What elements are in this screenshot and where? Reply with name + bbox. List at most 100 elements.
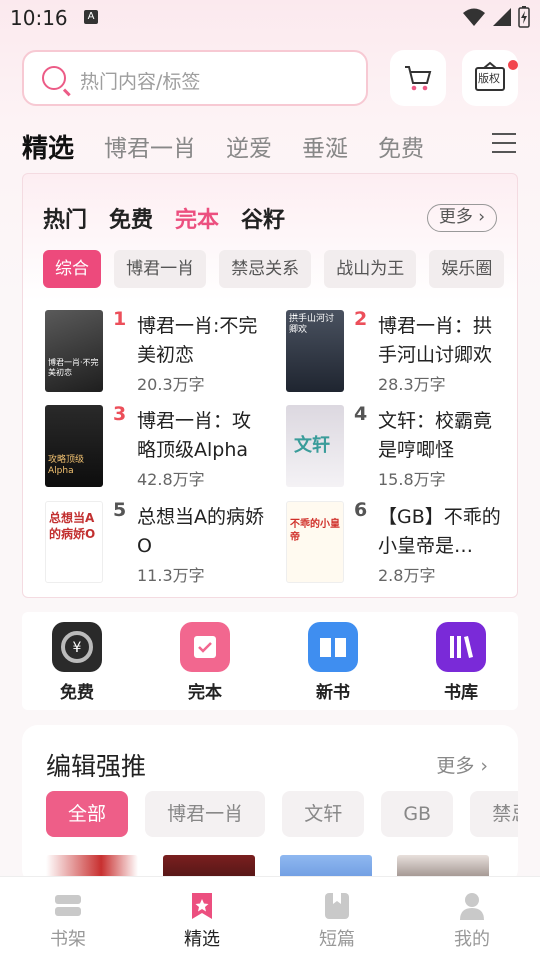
ranking-more-button[interactable]: 更多 › [427,204,497,232]
cart-button[interactable] [390,50,446,106]
book-cover-text: 总想当A的病娇O [49,511,96,541]
book-rank: 6 [354,499,368,521]
nav-short[interactable]: 短篇 [297,891,377,951]
ranking-tab-finished[interactable]: 完本 [175,202,219,234]
book-rank: 5 [113,499,127,521]
tab-bojun[interactable]: 博君一肖 [104,129,196,163]
book-cover-text: 博君一肖·不完美初恋 [48,358,99,377]
chip-bojun[interactable]: 博君一肖 [114,250,207,288]
signal-icon [493,8,511,26]
chip-zhanshan[interactable]: 战山为王 [324,250,417,288]
book-item[interactable]: 拱手山河讨卿欢 2 博君一肖：拱手河山讨卿欢 28.3万字 [286,308,516,396]
nav-label: 短篇 [319,929,355,950]
tab-free[interactable]: 免费 [378,129,424,163]
book-cover: 总想当A的病娇O [45,501,103,583]
book-word-count: 15.8万字 [378,470,446,489]
wifi-icon [463,8,485,26]
quick-label: 免费 [60,683,94,703]
book-title: 【GB】不乖的小皇帝是… [378,506,501,557]
editor-chip-forbidden[interactable]: 禁忌 [470,791,518,837]
bottom-nav: 书架 精选 短篇 我的 [0,876,540,960]
book-cover-text: 拱手山河讨卿欢 [289,314,335,335]
search-icon [42,66,66,90]
book-rank: 1 [113,308,127,330]
library-icon [436,622,486,672]
search-placeholder: 热门内容/标签 [80,71,201,93]
nav-label: 精选 [184,929,220,950]
book-item[interactable]: 不乖的小皇帝 6 【GB】不乖的小皇帝是… 2.8万字 [286,499,516,587]
user-icon [457,891,487,921]
editor-chip-wenxuan[interactable]: 文轩 [282,791,365,837]
star-icon [187,891,217,921]
status-time: 10:16 [10,6,68,30]
quick-finished[interactable]: 完本 [175,622,235,703]
book-title: 博君一肖:不完美初恋 [137,315,258,366]
editor-picks-card: 编辑强推 更多 › 全部 博君一肖 文轩 GB 禁忌 [22,725,518,885]
book-title: 总想当A的病娇O [137,506,264,557]
quick-free[interactable]: ¥ 免费 [47,622,107,703]
book-cover: 拱手山河讨卿欢 [286,310,344,392]
notification-dot [508,60,518,70]
ranking-tab-guzi[interactable]: 谷籽 [241,202,285,234]
editor-picks-title: 编辑强推 [46,752,147,781]
book-rank: 4 [354,403,368,425]
copyright-button[interactable]: 版权 [462,50,518,106]
ranking-more-label: 更多 [438,207,473,227]
chevron-right-icon: › [472,207,486,227]
chip-all[interactable]: 综合 [43,250,101,288]
cart-icon [405,66,432,91]
book-word-count: 42.8万字 [137,470,205,489]
search-bar[interactable]: 热门内容/标签 [22,50,368,106]
book-title: 文轩：校霸竟是哼唧怪 [378,410,493,461]
quick-library[interactable]: 书库 [431,622,491,703]
book-word-count: 20.3万字 [137,375,205,394]
tab-featured[interactable]: 精选 [22,128,74,165]
nav-featured[interactable]: 精选 [162,891,242,951]
editor-chips: 全部 博君一肖 文轩 GB 禁忌 [46,791,518,839]
calendar-check-icon [180,622,230,672]
status-right [462,6,530,28]
book-cover: 攻略顶级Alpha [45,405,103,487]
ranking-chips: 综合 博君一肖 禁忌关系 战山为王 娱乐圈 [43,250,509,290]
book-item[interactable]: 文轩 4 文轩：校霸竟是哼唧怪 15.8万字 [286,403,516,491]
book-open-icon [308,622,358,672]
nav-label: 我的 [454,929,490,950]
quick-new[interactable]: 新书 [303,622,363,703]
editor-chip-gb[interactable]: GB [381,791,454,837]
ranking-card: 热门 免费 完本 谷籽 更多 › 综合 博君一肖 禁忌关系 战山为王 娱乐圈 博… [22,173,518,598]
book-title: 博君一肖：攻略顶级Alpha [137,410,252,461]
book-item[interactable]: 博君一肖·不完美初恋 1 博君一肖:不完美初恋 20.3万字 [45,308,275,396]
ranking-tab-hot[interactable]: 热门 [43,202,87,234]
notification-a-icon: A [84,10,98,24]
nav-label: 书架 [50,929,86,950]
ranking-tab-free[interactable]: 免费 [109,202,153,234]
coin-icon: ¥ [52,622,102,672]
menu-icon[interactable] [492,133,516,153]
book-cover: 文轩 [286,405,344,487]
editor-chip-all[interactable]: 全部 [46,791,129,837]
quick-label: 新书 [316,683,350,703]
book-rank: 2 [354,308,368,330]
editor-chip-bojun[interactable]: 博君一肖 [145,791,266,837]
nav-mine[interactable]: 我的 [432,891,512,951]
short-book-icon [322,891,352,921]
book-cover: 不乖的小皇帝 [286,501,344,583]
tab-chuixian[interactable]: 垂涎 [302,129,348,163]
chip-forbidden[interactable]: 禁忌关系 [219,250,312,288]
book-cover-text: 文轩 [294,435,330,456]
quick-entries: ¥ 免费 完本 新书 书库 [22,612,518,710]
ranking-tabs: 热门 免费 完本 谷籽 [43,202,307,234]
book-item[interactable]: 攻略顶级Alpha 3 博君一肖：攻略顶级Alpha 42.8万字 [45,403,275,491]
chevron-right-icon: › [474,755,488,777]
book-rank: 3 [113,403,127,425]
chip-entertainment[interactable]: 娱乐圈 [429,250,505,288]
editor-more-label: 更多 [436,755,475,777]
copyright-label: 版权 [478,72,500,85]
nav-bookshelf[interactable]: 书架 [28,891,108,951]
tab-niai[interactable]: 逆爱 [226,129,272,163]
book-item[interactable]: 总想当A的病娇O 5 总想当A的病娇O 11.3万字 [45,499,275,587]
editor-more-button[interactable]: 更多 › [436,751,488,778]
status-bar: 10:16 A [0,0,540,36]
book-word-count: 11.3万字 [137,566,205,585]
quick-label: 书库 [444,683,478,703]
